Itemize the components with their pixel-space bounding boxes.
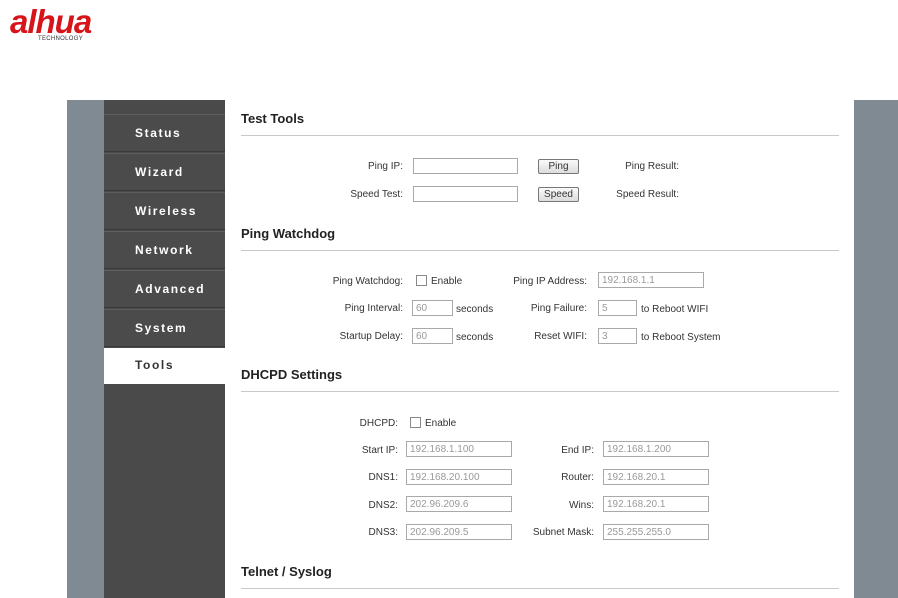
end-ip-input[interactable]	[603, 441, 709, 457]
ping-failure-input[interactable]	[598, 300, 637, 316]
main-panel: Test Tools Ping IP: Ping Ping Result: Sp…	[241, 100, 839, 598]
ping-ip-address-label: Ping IP Address:	[513, 276, 587, 287]
dns1-label: DNS1:	[368, 472, 398, 483]
end-ip-label: End IP:	[561, 445, 594, 456]
dns3-input[interactable]	[406, 524, 512, 540]
section-title-ping-watchdog: Ping Watchdog	[241, 226, 336, 241]
reset-wifi-input[interactable]	[598, 328, 637, 344]
speed-test-input[interactable]	[413, 186, 518, 202]
right-gutter	[854, 100, 898, 598]
ping-interval-label: Ping Interval:	[344, 303, 403, 314]
ping-interval-unit: seconds	[456, 304, 494, 315]
sidebar-item-network[interactable]: Network	[104, 231, 225, 269]
router-input[interactable]	[603, 469, 709, 485]
wins-input[interactable]	[603, 496, 709, 512]
speed-button[interactable]: Speed	[538, 187, 579, 202]
speed-result-label: Speed Result:	[616, 189, 679, 200]
dahua-logo: alhua TECHNOLOGY	[10, 4, 130, 44]
section-title-test-tools: Test Tools	[241, 111, 305, 126]
logo-subtitle: TECHNOLOGY	[38, 36, 84, 42]
dns2-label: DNS2:	[368, 500, 398, 511]
dhcpd-enable-checkbox[interactable]	[410, 417, 421, 428]
sidebar-nav: Status Wizard Wireless Network Advanced …	[104, 100, 225, 598]
ping-interval-input[interactable]	[412, 300, 453, 316]
ping-ip-label: Ping IP:	[367, 161, 403, 172]
dns2-input[interactable]	[406, 496, 512, 512]
speed-test-label: Speed Test:	[350, 189, 403, 200]
sidebar-item-status[interactable]: Status	[104, 114, 225, 152]
ping-failure-label: Ping Failure:	[530, 303, 587, 314]
dhcpd-enable-label: Enable	[425, 418, 457, 429]
sidebar-item-wireless[interactable]: Wireless	[104, 192, 225, 230]
ping-result-label: Ping Result:	[625, 161, 679, 172]
reset-wifi-unit: to Reboot System	[641, 332, 721, 343]
ping-button[interactable]: Ping	[538, 159, 579, 174]
section-title-dhcpd: DHCPD Settings	[241, 367, 343, 382]
dns1-input[interactable]	[406, 469, 512, 485]
router-label: Router:	[561, 472, 594, 483]
startup-delay-input[interactable]	[412, 328, 453, 344]
dhcpd-label: DHCPD:	[359, 418, 398, 429]
ping-watchdog-enable-checkbox[interactable]	[416, 275, 427, 286]
startup-delay-label: Startup Delay:	[339, 331, 403, 342]
section-title-telnet-syslog: Telnet / Syslog	[241, 564, 332, 579]
left-gutter	[67, 100, 104, 598]
reset-wifi-label: Reset WIFI:	[534, 331, 587, 342]
ping-watchdog-enable-label: Enable	[431, 276, 463, 287]
dns3-label: DNS3:	[368, 527, 398, 538]
section-divider	[241, 250, 839, 251]
ping-watchdog-label: Ping Watchdog:	[332, 276, 403, 287]
ping-ip-address-input[interactable]	[598, 272, 704, 288]
wins-label: Wins:	[569, 500, 594, 511]
sidebar-item-tools[interactable]: Tools	[104, 348, 225, 384]
sidebar-item-advanced[interactable]: Advanced	[104, 270, 225, 308]
sidebar-item-wizard[interactable]: Wizard	[104, 153, 225, 191]
subnet-mask-label: Subnet Mask:	[532, 527, 594, 538]
ping-ip-input[interactable]	[413, 158, 518, 174]
sidebar-item-system[interactable]: System	[104, 309, 225, 347]
start-ip-input[interactable]	[406, 441, 512, 457]
section-divider	[241, 391, 839, 392]
logo-brand: alhua	[10, 3, 92, 40]
ping-failure-unit: to Reboot WIFI	[641, 304, 709, 315]
start-ip-label: Start IP:	[361, 445, 398, 456]
section-divider	[241, 588, 839, 589]
section-divider	[241, 135, 839, 136]
startup-delay-unit: seconds	[456, 332, 494, 343]
subnet-mask-input[interactable]	[603, 524, 709, 540]
